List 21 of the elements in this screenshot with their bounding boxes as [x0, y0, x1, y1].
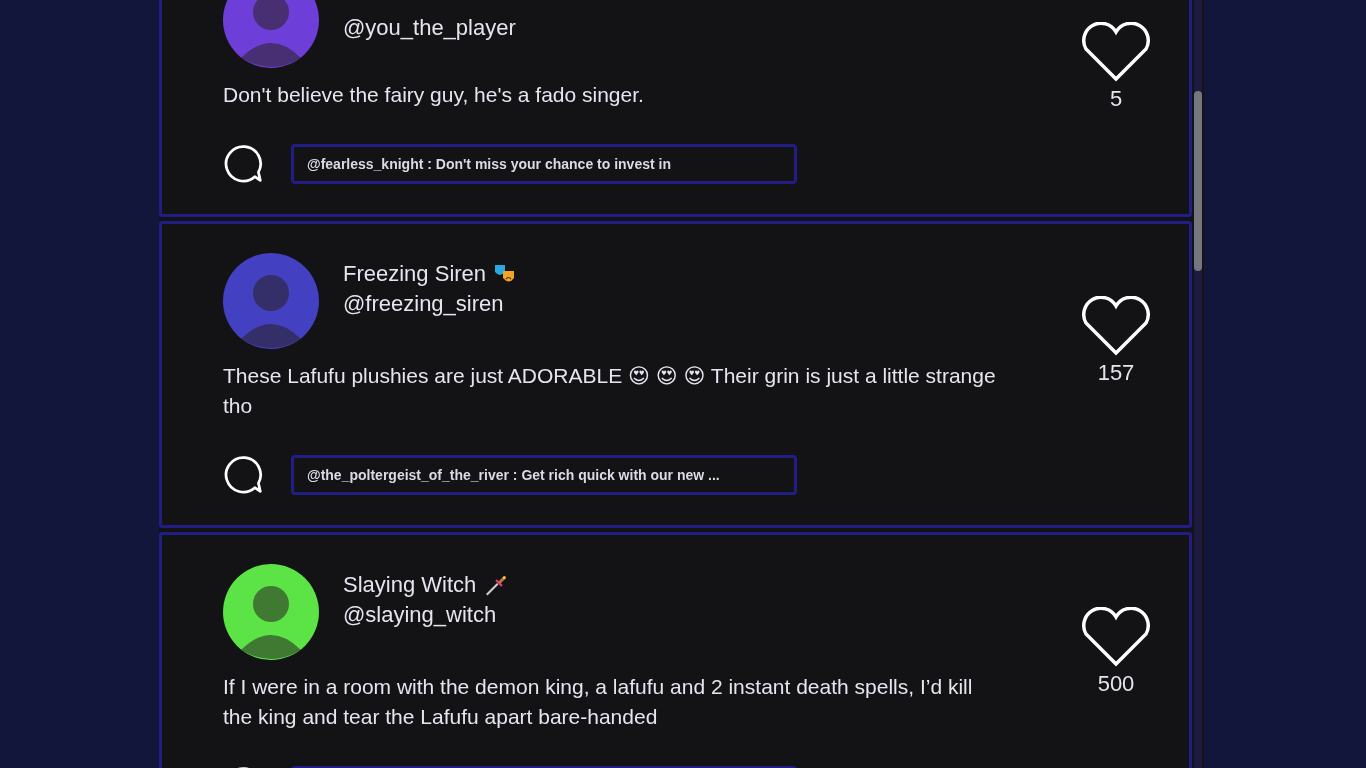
post-text: Don't believe the fairy guy, he's a fado singer. — [223, 82, 645, 108]
dagger-icon — [484, 574, 507, 596]
like-count: 5 — [1109, 86, 1123, 112]
heart-icon[interactable] — [1080, 22, 1152, 82]
heart-icon[interactable] — [1080, 296, 1152, 356]
like-count: 500 — [1097, 671, 1135, 697]
avatar[interactable] — [223, 564, 319, 660]
comment-icon[interactable] — [223, 455, 263, 495]
user-handle[interactable]: @slaying_witch — [343, 602, 497, 628]
user-handle[interactable]: @freezing_siren — [343, 291, 504, 317]
post-text: These Lafufu plushies are just ADORABLE 😍 😍 😍 Their grin is just a little strange tho — [223, 363, 997, 419]
like-count: 157 — [1097, 360, 1135, 386]
scrollbar-thumb[interactable] — [1194, 91, 1202, 271]
heart-icon[interactable] — [1080, 607, 1152, 667]
user-handle[interactable]: @you_the_player — [343, 15, 516, 41]
comment-preview[interactable]: @fearless_knight : Don't miss your chance to invest in — [291, 144, 797, 184]
user-name: Slaying Witch — [343, 572, 477, 598]
user-name: Freezing Siren — [343, 261, 487, 287]
post-text: If I were in a room with the demon king, a lafufu and 2 instant death spells, I’d kill the king and tear the Lafufu apart bare-handed — [223, 674, 974, 730]
comment-preview[interactable]: @the_poltergeist_of_the_river : Get rich quick with our new ... — [291, 455, 797, 495]
comment-icon[interactable] — [223, 144, 263, 184]
